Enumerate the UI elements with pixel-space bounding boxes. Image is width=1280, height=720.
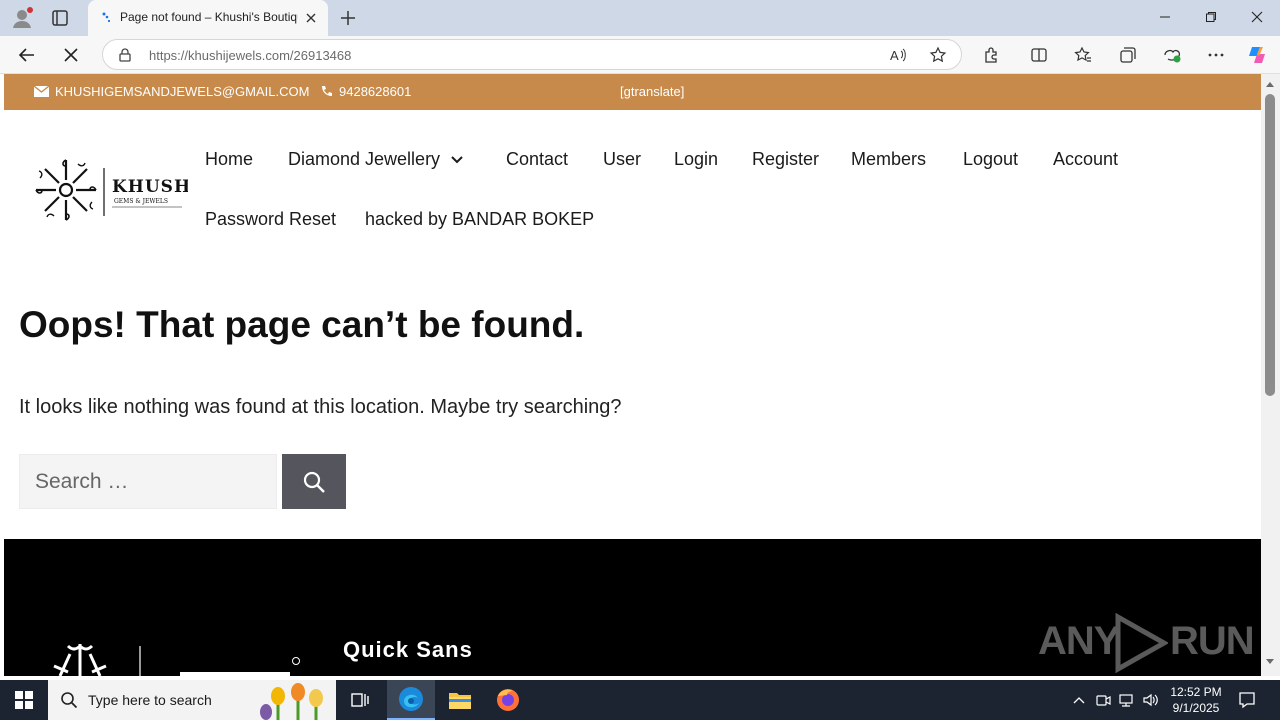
anyrun-text-left: ANY — [1038, 619, 1120, 663]
taskbar-search-placeholder: Type here to search — [88, 692, 212, 708]
read-aloud-icon[interactable]: A — [887, 44, 909, 66]
contact-phone[interactable]: 9428628601 — [320, 84, 411, 99]
windows-logo-icon — [15, 691, 33, 709]
extensions-icon[interactable] — [980, 44, 1002, 66]
more-options-icon[interactable] — [1205, 44, 1227, 66]
search-icon — [61, 692, 78, 709]
favorite-star-icon[interactable] — [927, 44, 949, 66]
edge-icon — [399, 687, 423, 711]
footer-heading: Quick Sans — [343, 637, 473, 662]
close-tab-icon[interactable] — [304, 11, 318, 25]
nav-password-reset[interactable]: Password Reset — [205, 209, 336, 230]
site-info-icon[interactable] — [117, 47, 133, 63]
browser-essentials-icon[interactable] — [1161, 44, 1183, 66]
page-scrollbar[interactable] — [1261, 74, 1280, 676]
nav-home[interactable]: Home — [205, 149, 253, 170]
nav-user[interactable]: User — [603, 149, 641, 170]
back-arrow-icon[interactable] — [16, 44, 38, 66]
site-logo[interactable]: KHUSHI GEMS & JEWELS — [32, 154, 199, 226]
taskbar-file-explorer[interactable] — [436, 680, 484, 720]
start-button[interactable] — [0, 680, 48, 720]
nav-hacked-link[interactable]: hacked by BANDAR BOKEP — [365, 209, 594, 230]
favorites-icon[interactable] — [1072, 44, 1094, 66]
play-triangle-icon — [1115, 613, 1168, 673]
scroll-up-arrow-icon[interactable] — [1265, 80, 1275, 88]
logo-tagline: GEMS & JEWELS — [114, 198, 168, 205]
nav-diamond-jewellery-label: Diamond Jewellery — [288, 149, 441, 169]
stop-loading-icon[interactable] — [60, 44, 82, 66]
scroll-thumb[interactable] — [1265, 94, 1275, 396]
search-icon — [303, 471, 325, 493]
tab-title: Page not found – Khushi's Boutique — [120, 10, 298, 24]
minimize-button[interactable] — [1142, 0, 1188, 34]
network-icon[interactable] — [1117, 691, 1135, 709]
gtranslate-shortcode: [gtranslate] — [620, 84, 685, 99]
task-view-icon — [351, 693, 369, 707]
scroll-down-arrow-icon[interactable] — [1265, 658, 1275, 666]
taskbar-clock[interactable]: 12:52 PM 9/1/2025 — [1166, 684, 1226, 716]
meet-now-icon[interactable] — [1094, 691, 1112, 709]
anyrun-watermark: ANY RUN — [1038, 609, 1255, 673]
mail-icon — [34, 86, 49, 97]
nav-contact[interactable]: Contact — [506, 149, 568, 170]
not-found-message: It looks like nothing was found at this … — [19, 396, 622, 418]
footer-logo — [50, 636, 310, 676]
close-window-button[interactable] — [1234, 0, 1280, 34]
tulip-decoration-icon — [260, 683, 323, 720]
svg-text:A: A — [890, 48, 899, 63]
loading-favicon-icon — [100, 11, 114, 25]
profile-icon[interactable] — [10, 6, 34, 30]
browser-tab-bar: Page not found – Khushi's Boutique — [0, 0, 1280, 36]
nav-account[interactable]: Account — [1053, 149, 1118, 170]
nav-members[interactable]: Members — [851, 149, 926, 170]
notifications-icon[interactable] — [1238, 691, 1256, 709]
nav-diamond-jewellery[interactable]: Diamond Jewellery — [288, 149, 464, 170]
anyrun-text-right: RUN — [1170, 619, 1255, 663]
show-hidden-icons-chevron-icon[interactable] — [1070, 691, 1088, 709]
collections-icon[interactable] — [1117, 44, 1139, 66]
nav-register[interactable]: Register — [752, 149, 819, 170]
site-footer: Quick Sans ANY RUN — [4, 539, 1261, 676]
taskbar-edge[interactable] — [387, 680, 435, 720]
search-input[interactable] — [19, 454, 277, 509]
site-topbar: KHUSHIGEMSANDJEWELS@GMAIL.COM 9428628601… — [4, 74, 1261, 110]
new-tab-button[interactable] — [338, 8, 358, 28]
clock-date: 9/1/2025 — [1172, 701, 1220, 715]
phone-text: 9428628601 — [339, 84, 412, 99]
windows-taskbar: Type here to search 12:52 PM 9/1/2025 — [0, 680, 1280, 720]
url-path: /26913468 — [289, 48, 352, 63]
web-page: KHUSHIGEMSANDJEWELS@GMAIL.COM 9428628601… — [4, 74, 1261, 676]
search-button[interactable] — [282, 454, 346, 509]
email-text: KHUSHIGEMSANDJEWELS@GMAIL.COM — [55, 84, 310, 99]
restore-button[interactable] — [1188, 0, 1234, 34]
tab-actions-icon[interactable] — [50, 8, 70, 28]
taskbar-firefox[interactable] — [484, 680, 532, 720]
chevron-down-icon[interactable] — [450, 155, 464, 165]
nav-logout[interactable]: Logout — [963, 149, 1018, 170]
logo-wordmark: KHUSHI — [112, 177, 188, 197]
url-text: https://khushijewels.com/26913468 — [149, 48, 351, 63]
address-bar[interactable]: https://khushijewels.com/26913468 A — [102, 39, 962, 70]
page-title: Oops! That page can’t be found. — [19, 304, 585, 345]
nav-login[interactable]: Login — [674, 149, 718, 170]
taskbar-search-box[interactable]: Type here to search — [48, 680, 336, 720]
clock-time: 12:52 PM — [1170, 685, 1222, 699]
firefox-icon — [497, 689, 519, 711]
contact-email[interactable]: KHUSHIGEMSANDJEWELS@GMAIL.COM — [34, 84, 309, 99]
url-host: https://khushijewels.com — [149, 48, 290, 63]
browser-toolbar: https://khushijewels.com/26913468 A — [0, 36, 1280, 74]
task-view-button[interactable] — [336, 680, 384, 720]
phone-icon — [322, 86, 332, 96]
copilot-icon[interactable] — [1246, 44, 1268, 66]
split-screen-icon[interactable] — [1028, 44, 1050, 66]
folder-icon — [449, 693, 471, 709]
tab-active[interactable]: Page not found – Khushi's Boutique — [88, 0, 328, 36]
volume-icon[interactable] — [1141, 691, 1159, 709]
